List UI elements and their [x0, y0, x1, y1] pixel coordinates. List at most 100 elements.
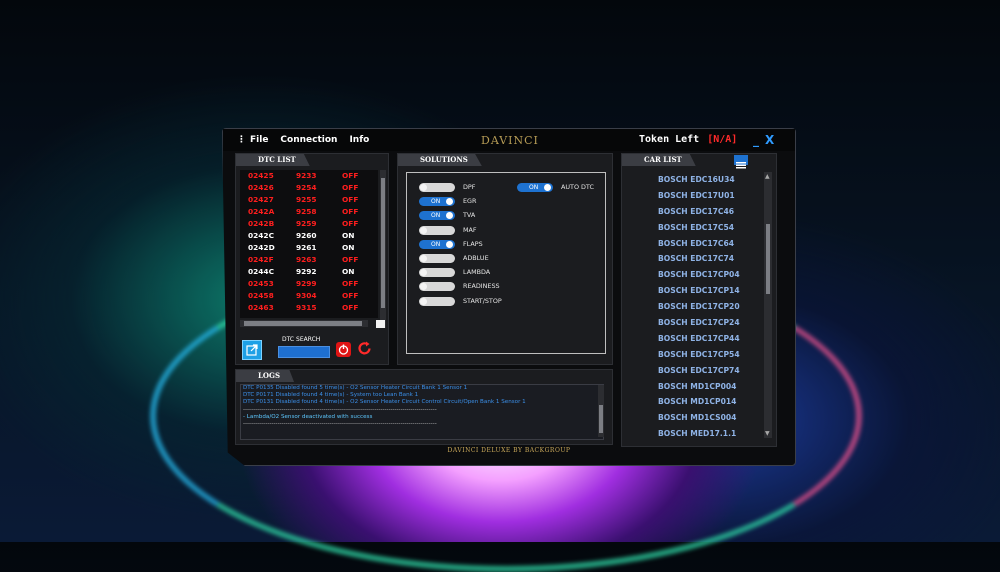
dtc-state: OFF — [342, 183, 359, 192]
menu-dots-icon[interactable]: ⋮ — [237, 135, 246, 145]
car-list-item[interactable]: BOSCH MD1CP014 — [626, 394, 764, 410]
close-button[interactable]: X — [765, 133, 774, 147]
refresh-icon[interactable] — [356, 340, 373, 357]
car-list-item[interactable]: BOSCH EDC17C64 — [626, 236, 764, 252]
log-line: DTC P0171 Disabled found 4 time(s) - Sys… — [243, 392, 419, 399]
adblue-toggle-knob — [420, 255, 427, 262]
dtc-row[interactable]: 0242C 9260 ON — [240, 230, 378, 242]
egr-toggle[interactable]: ON — [419, 197, 455, 207]
log-vertical-scrollbar[interactable] — [598, 385, 604, 437]
scroll-up-icon[interactable]: ▲ — [765, 173, 770, 180]
power-icon[interactable] — [336, 342, 351, 357]
dtc-num: 9260 — [296, 231, 317, 240]
maf-toggle-knob — [420, 226, 427, 234]
flaps-toggle[interactable]: ON — [419, 239, 455, 249]
dtc-num: 9304 — [296, 291, 317, 300]
startstop-toggle[interactable] — [419, 296, 455, 306]
dtc-state: OFF — [342, 219, 359, 228]
dtc-row[interactable]: 02425 9233 OFF — [240, 170, 378, 182]
flaps-toggle-knob — [446, 240, 453, 248]
flaps-toggle-state: ON — [431, 240, 441, 248]
tva-label: TVA — [463, 211, 476, 220]
car-list-item[interactable]: BOSCH EDC17CP74 — [626, 363, 764, 379]
dtc-num: 9233 — [296, 171, 317, 180]
adblue-toggle[interactable] — [419, 254, 455, 263]
car-scroll-thumb[interactable] — [766, 224, 770, 294]
car-list-view-icon[interactable] — [734, 155, 748, 169]
car-list-item[interactable]: BOSCH MD1CS004 — [626, 410, 764, 426]
dtc-code: 0244C — [248, 267, 274, 276]
log-line: DTC P0131 Disabled found 4 time(s) - O2 … — [243, 399, 526, 406]
dtc-state: ON — [342, 267, 355, 276]
egr-toggle-knob — [446, 198, 453, 206]
log-scroll-thumb[interactable] — [599, 405, 603, 433]
car-list-item[interactable]: BOSCH EDC17CP54 — [626, 347, 764, 363]
car-list-item[interactable]: BOSCH EDC17CP04 — [626, 267, 764, 283]
log-line: DTC P0135 Disabled found 5 time(s) - O2 … — [243, 385, 468, 391]
dtc-hscroll-thumb[interactable] — [244, 321, 362, 326]
car-list-item[interactable]: BOSCH EDC17CP44 — [626, 331, 764, 347]
dtc-row[interactable]: 0242D 9261 ON — [240, 242, 378, 254]
solutions-panel-title: SOLUTIONS — [398, 154, 482, 166]
flaps-label: FLAPS — [463, 239, 483, 248]
dtc-horizontal-scrollbar[interactable] — [240, 320, 368, 327]
car-list-item[interactable]: BOSCH EDC17C46 — [626, 204, 764, 220]
car-list-item[interactable]: BOSCH EDC17CP14 — [626, 283, 764, 299]
auto-dtc-toggle-state: ON — [529, 184, 539, 191]
dtc-code: 0242F — [248, 255, 274, 264]
dtc-code: 02463 — [248, 303, 274, 312]
tva-toggle[interactable]: ON — [419, 211, 455, 221]
startstop-toggle-knob — [420, 297, 427, 305]
dtc-row[interactable]: 02453 9299 OFF — [240, 278, 378, 290]
auto-dtc-toggle[interactable]: ON — [517, 183, 553, 192]
scroll-down-icon[interactable]: ▼ — [765, 430, 770, 437]
dtc-row[interactable]: 02463 9315 OFF — [240, 302, 378, 314]
car-list-item[interactable]: BOSCH EDC17U01 — [626, 188, 764, 204]
dtc-num: 9299 — [296, 279, 317, 288]
menu-info[interactable]: Info — [349, 135, 369, 145]
open-external-icon[interactable] — [242, 340, 262, 360]
car-list-item[interactable]: BOSCH EDC17CP20 — [626, 299, 764, 315]
dtc-search-label: DTC SEARCH — [282, 336, 321, 343]
car-vertical-scrollbar[interactable]: ▲ ▼ — [764, 172, 772, 438]
readiness-toggle[interactable] — [419, 282, 455, 292]
dtc-num: 9263 — [296, 255, 317, 264]
dtc-row[interactable]: 02427 9255 OFF — [240, 194, 378, 206]
car-list-item[interactable]: BOSCH EDC17C54 — [626, 220, 764, 236]
dtc-code: 02458 — [248, 291, 274, 300]
menu-connection[interactable]: Connection — [280, 135, 337, 145]
dpf-label: DPF — [463, 183, 476, 191]
maf-toggle[interactable] — [419, 225, 455, 235]
dtc-state: OFF — [342, 195, 359, 204]
log-output[interactable]: DTC P0135 Disabled found 5 time(s) - O2 … — [240, 384, 604, 440]
car-list-item[interactable]: BOSCH EDC16U34 — [626, 172, 764, 188]
dtc-row[interactable]: 02426 9254 OFF — [240, 182, 378, 194]
car-list-item[interactable]: BOSCH EDC17CP24 — [626, 315, 764, 331]
dpf-toggle[interactable] — [419, 183, 455, 192]
minimize-button[interactable]: _ — [753, 133, 759, 147]
maf-label: MAF — [463, 225, 477, 234]
solutions-box: DPF ON EGR ON TVA MAF ON FLAPS ADBLUE LAMBDA READI… — [406, 172, 606, 354]
lambda-toggle-knob — [420, 269, 427, 277]
car-list-item[interactable]: BOSCH MD1CP004 — [626, 379, 764, 395]
dtc-vertical-scrollbar[interactable] — [380, 170, 386, 328]
dtc-state: OFF — [342, 279, 359, 288]
dtc-row[interactable]: 0244C 9292 ON — [240, 266, 378, 278]
dtc-row[interactable]: 0242A 9258 OFF — [240, 206, 378, 218]
car-list-item[interactable]: BOSCH MED17.1.1 — [626, 426, 764, 440]
dtc-num: 9261 — [296, 243, 317, 252]
dtc-code: 02427 — [248, 195, 274, 204]
lambda-toggle[interactable] — [419, 268, 455, 278]
dtc-scroll-thumb[interactable] — [381, 178, 385, 308]
dtc-row[interactable]: 02458 9304 OFF — [240, 290, 378, 302]
tva-toggle-state: ON — [431, 212, 441, 220]
car-list-item[interactable]: BOSCH EDC17C74 — [626, 251, 764, 267]
dtc-num: 9255 — [296, 195, 317, 204]
menu-file[interactable]: File — [250, 135, 268, 145]
dtc-row[interactable]: 0242B 9259 OFF — [240, 218, 378, 230]
dtc-code: 02453 — [248, 279, 274, 288]
logs-panel-title: LOGS — [236, 370, 295, 382]
dtc-search-input[interactable] — [278, 346, 330, 358]
token-value: [N/A] — [707, 134, 738, 145]
dtc-row[interactable]: 0242F 9263 OFF — [240, 254, 378, 266]
